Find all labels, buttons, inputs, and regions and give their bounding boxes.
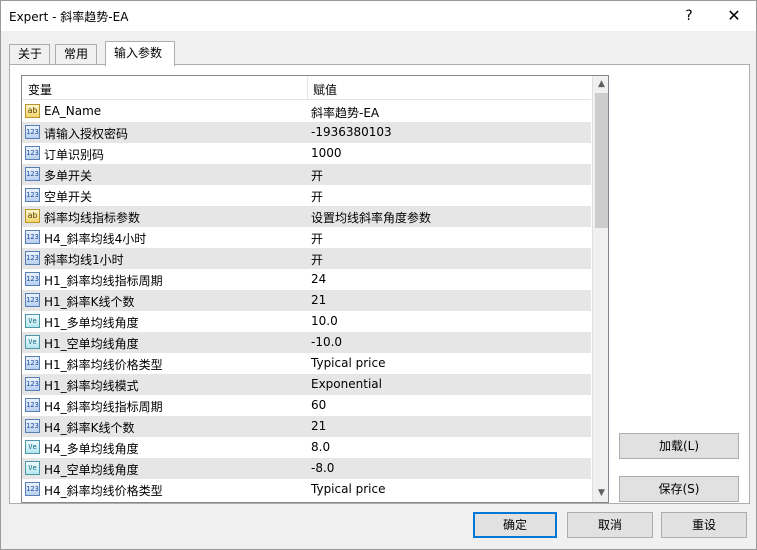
table-row[interactable]: 123 H4_斜率K线个数 21 [22,416,591,437]
scroll-thumb[interactable] [595,93,608,228]
parameter-value[interactable]: Exponential [311,377,382,391]
integer-type-icon: 123 [25,272,40,286]
vertical-scrollbar[interactable]: ▲ ▼ [592,76,608,502]
table-row[interactable]: 123 空单开关 开 [22,185,591,206]
load-button[interactable]: 加载(L) [619,433,739,459]
parameter-value[interactable]: 10.0 [311,314,338,328]
parameter-name: 空单开关 [44,190,93,204]
tab-common[interactable]: 常用 [55,44,97,65]
parameters-grid[interactable]: 变量 赋值 ab EA_Name 斜率趋势-EA 123 请输入授权密码 -1936380… [21,75,609,503]
table-row[interactable]: 123 H4_斜率均线价格类型 Typical price [22,479,591,500]
parameter-name: H4_斜率K线个数 [44,421,135,435]
parameter-name: EA_Name [44,104,102,118]
parameter-value[interactable]: 21 [311,293,326,307]
integer-type-icon: 123 [25,167,40,181]
table-row[interactable]: 123 H1_斜率均线模式 Exponential [22,374,591,395]
double-type-icon: Ve [25,335,40,349]
parameter-name: 请输入授权密码 [44,127,129,141]
table-row[interactable]: Ve H4_多单均线角度 8.0 [22,437,591,458]
grid-header: 变量 赋值 [22,76,591,100]
table-row[interactable]: ab EA_Name 斜率趋势-EA [22,101,591,122]
table-row[interactable]: 123 H1_斜率均线价格类型 Typical price [22,353,591,374]
close-icon[interactable]: ✕ [712,1,756,31]
save-button[interactable]: 保存(S) [619,476,739,502]
integer-type-icon: 123 [25,377,40,391]
parameter-name: H1_斜率均线模式 [44,379,139,393]
integer-type-icon: 123 [25,188,40,202]
reset-button[interactable]: 重设 [661,512,747,538]
parameter-name: 订单识别码 [44,148,105,162]
parameter-name: H1_空单均线角度 [44,337,139,351]
table-row[interactable]: 123 斜率均线1小时 开 [22,248,591,269]
integer-type-icon: 123 [25,125,40,139]
table-row[interactable]: 123 H1_斜率K线个数 21 [22,290,591,311]
parameter-value[interactable]: 8.0 [311,440,330,454]
string-type-icon: ab [25,209,40,223]
integer-type-icon: 123 [25,251,40,265]
integer-type-icon: 123 [25,356,40,370]
parameter-value[interactable]: -8.0 [311,461,334,475]
parameter-value[interactable]: 21 [311,419,326,433]
parameter-name: 多单开关 [44,169,93,183]
table-row[interactable]: 123 H1_斜率均线指标周期 24 [22,269,591,290]
parameter-name: H4_斜率均线指标周期 [44,400,163,414]
expert-dialog: Expert - 斜率趋势-EA ? ✕ 关于 常用 输入参数 变量 赋值 ab… [0,0,757,550]
table-row[interactable]: 123 订单识别码 1000 [22,143,591,164]
table-row[interactable]: 123 H4_斜率均线指标周期 60 [22,395,591,416]
table-row[interactable]: Ve H1_空单均线角度 -10.0 [22,332,591,353]
help-icon[interactable]: ? [667,1,711,31]
string-type-icon: ab [25,104,40,118]
table-row[interactable]: ab 斜率均线指标参数 设置均线斜率角度参数 [22,206,591,227]
parameter-name: H1_多单均线角度 [44,316,139,330]
parameter-name: 斜率均线1小时 [44,253,124,267]
parameter-name: H4_斜率均线价格类型 [44,484,163,498]
parameter-rows: ab EA_Name 斜率趋势-EA 123 请输入授权密码 -1936380103 123… [22,101,591,500]
parameter-name: H4_空单均线角度 [44,463,139,477]
parameter-value[interactable]: 开 [311,251,323,268]
parameter-name: H4_多单均线角度 [44,442,139,456]
cancel-button[interactable]: 取消 [567,512,653,538]
column-header-value[interactable]: 赋值 [313,81,337,98]
parameter-value[interactable]: 开 [311,167,323,184]
title-bar: Expert - 斜率趋势-EA ? ✕ [1,1,756,31]
parameter-value[interactable]: Typical price [311,356,385,370]
column-header-variable[interactable]: 变量 [28,81,52,98]
double-type-icon: Ve [25,461,40,475]
parameter-name: H1_斜率均线指标周期 [44,274,163,288]
parameter-value[interactable]: -1936380103 [311,125,392,139]
table-row[interactable]: Ve H4_空单均线角度 -8.0 [22,458,591,479]
window-title: Expert - 斜率趋势-EA [9,10,129,24]
integer-type-icon: 123 [25,293,40,307]
parameter-value[interactable]: 开 [311,188,323,205]
parameter-name: H1_斜率K线个数 [44,295,135,309]
double-type-icon: Ve [25,314,40,328]
scroll-up-icon[interactable]: ▲ [593,76,608,93]
parameter-value[interactable]: 1000 [311,146,342,160]
table-row[interactable]: 123 H4_斜率均线4小时 开 [22,227,591,248]
table-row[interactable]: 123 请输入授权密码 -1936380103 [22,122,591,143]
integer-type-icon: 123 [25,419,40,433]
parameter-value[interactable]: Typical price [311,482,385,496]
scroll-down-icon[interactable]: ▼ [593,485,608,502]
parameter-name: 斜率均线指标参数 [44,211,141,225]
integer-type-icon: 123 [25,146,40,160]
ok-button[interactable]: 确定 [473,512,557,538]
integer-type-icon: 123 [25,398,40,412]
tab-inputs[interactable]: 输入参数 [105,41,175,66]
parameter-value[interactable]: -10.0 [311,335,342,349]
parameter-name: H1_斜率均线价格类型 [44,358,163,372]
column-divider[interactable] [307,76,308,100]
parameter-value[interactable]: 开 [311,230,323,247]
parameter-value[interactable]: 60 [311,398,326,412]
table-row[interactable]: Ve H1_多单均线角度 10.0 [22,311,591,332]
tab-about[interactable]: 关于 [9,44,50,65]
parameter-value[interactable]: 设置均线斜率角度参数 [311,209,431,226]
double-type-icon: Ve [25,440,40,454]
parameter-name: H4_斜率均线4小时 [44,232,147,246]
table-row[interactable]: 123 多单开关 开 [22,164,591,185]
parameter-value[interactable]: 24 [311,272,326,286]
integer-type-icon: 123 [25,230,40,244]
integer-type-icon: 123 [25,482,40,496]
parameter-value[interactable]: 斜率趋势-EA [311,104,379,121]
